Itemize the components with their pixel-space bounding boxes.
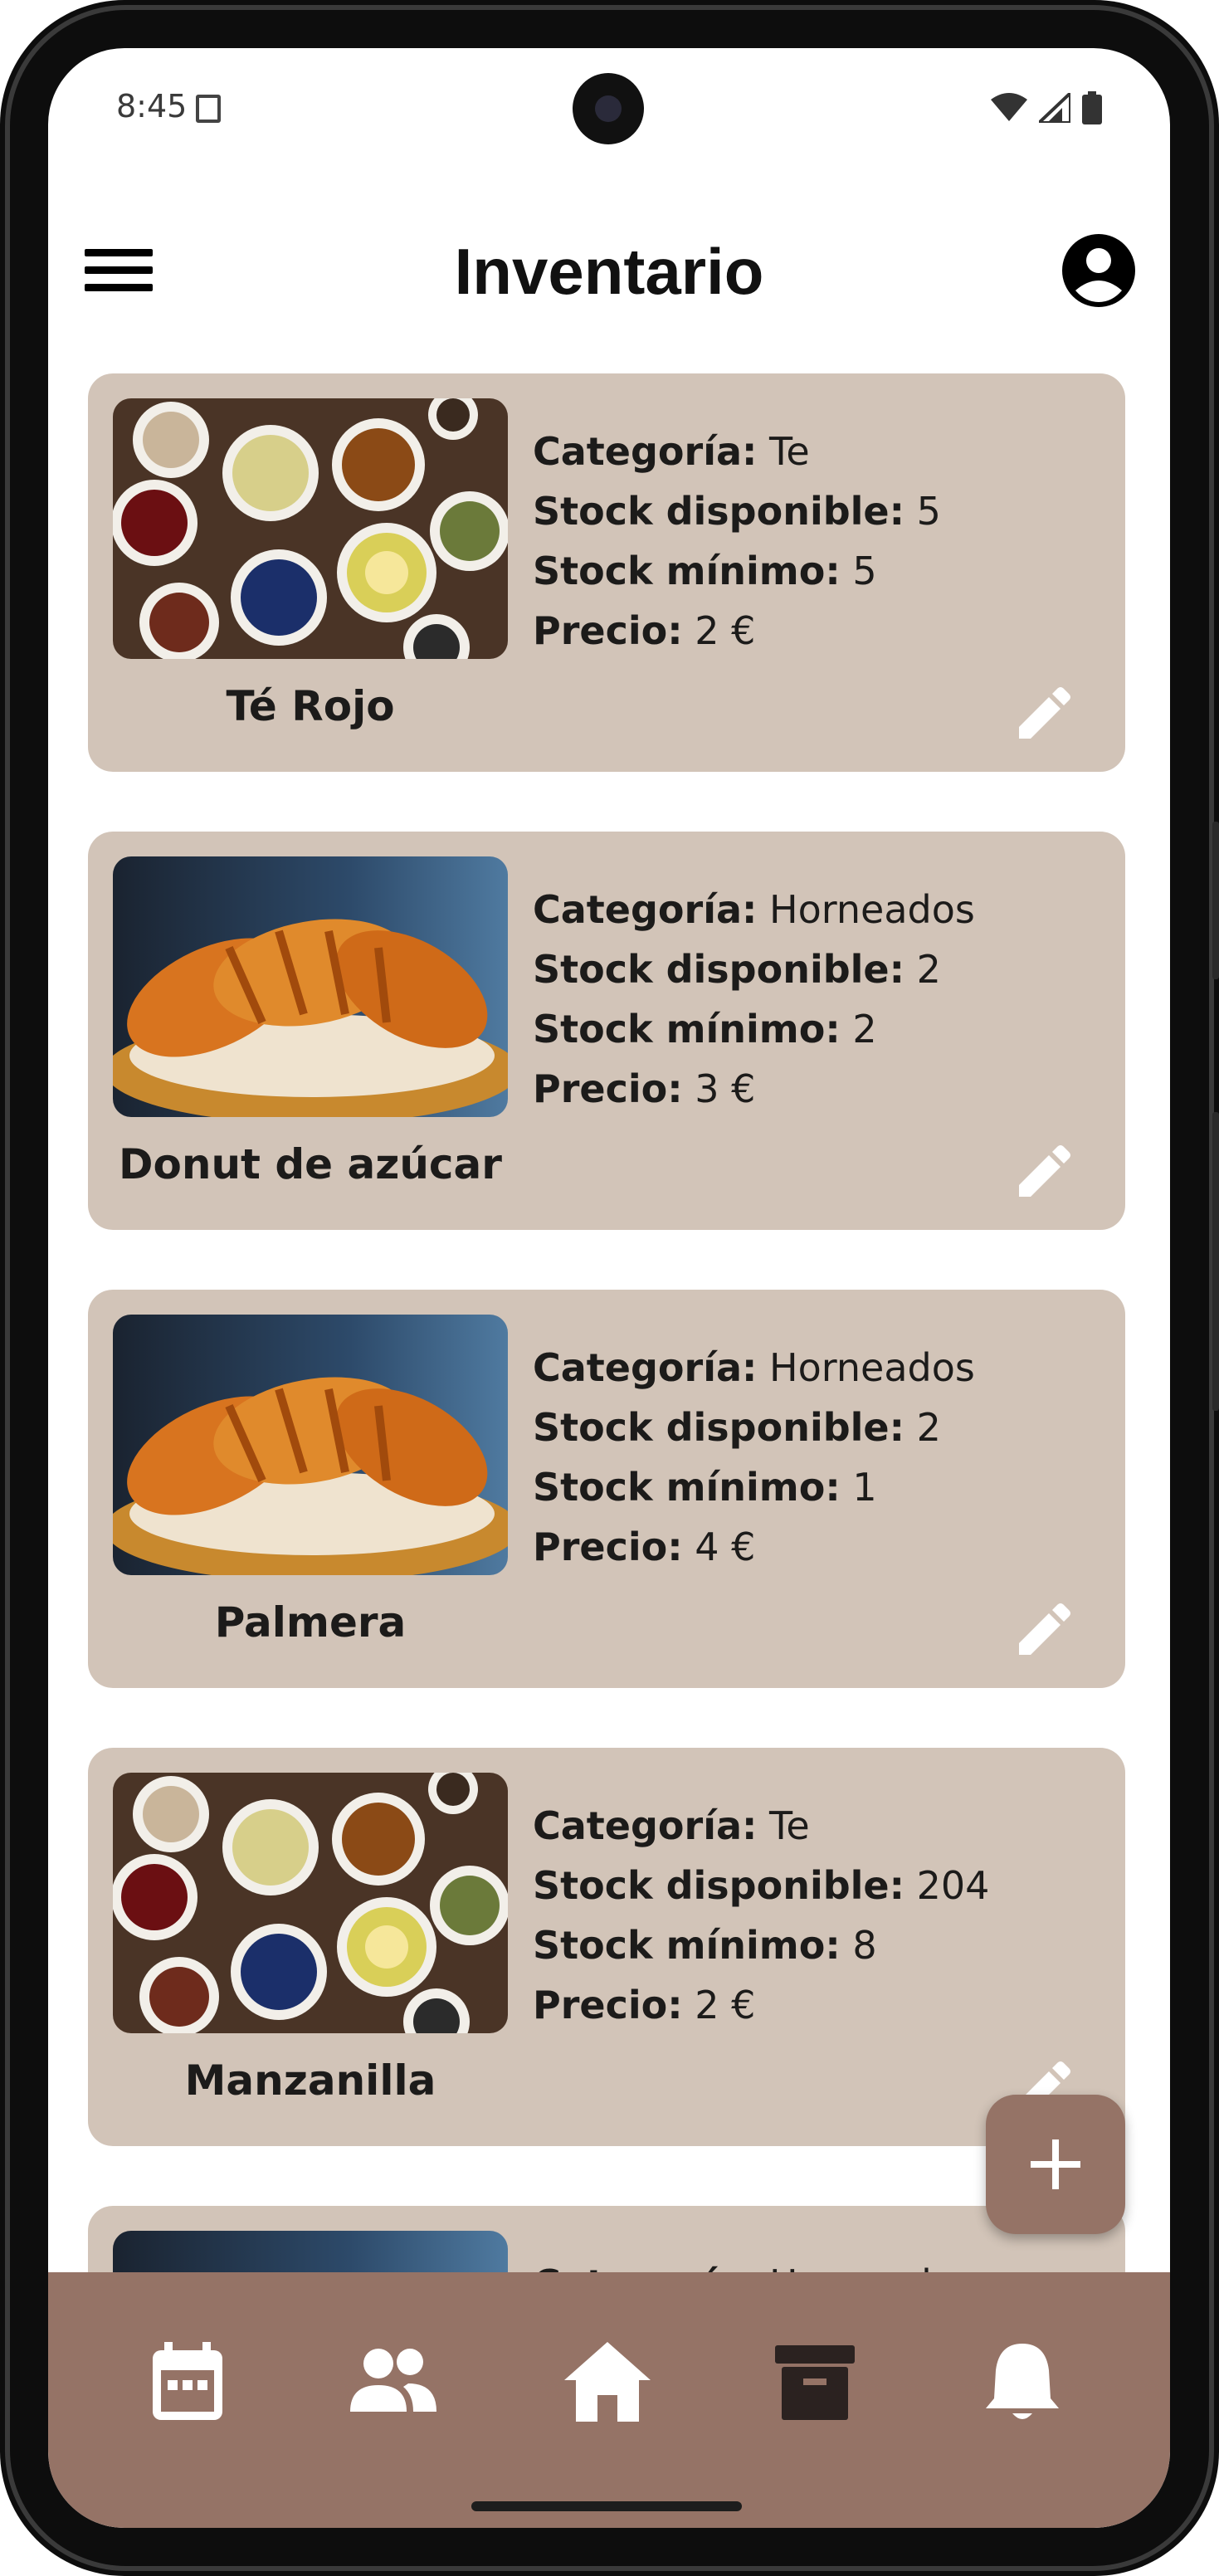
side-button: [1212, 1112, 1219, 1411]
category-value: Te: [769, 1803, 810, 1848]
croissant-photo: [113, 856, 508, 1117]
wifi-icon: [991, 93, 1027, 121]
stock-min-value: 1: [852, 1465, 877, 1510]
price-value: 3 €: [695, 1066, 756, 1111]
category-row: Categoría: Horneados: [533, 1338, 975, 1398]
price-label: Precio:: [533, 1066, 683, 1111]
product-card[interactable]: Categoría: Horneados Stock disponible: 2…: [88, 832, 1125, 1230]
price-row: Precio: 2 €: [533, 1975, 989, 2035]
product-name: Donut de azúcar: [119, 1140, 502, 1188]
product-card[interactable]: Categoría: Te Stock disponible: 204 Stoc…: [88, 1748, 1125, 2146]
status-bar: 8:45: [48, 48, 1170, 144]
stock-min-row: Stock mínimo: 8: [533, 1915, 989, 1975]
stock-available-value: 2: [916, 1405, 941, 1450]
price-value: 4 €: [695, 1525, 756, 1569]
product-name: Té Rojo: [226, 682, 395, 730]
stock-available-value: 2: [916, 947, 941, 992]
category-row: Categoría: Horneados: [533, 880, 975, 939]
product-image: [113, 856, 508, 1117]
plus-icon: [1031, 2139, 1080, 2189]
category-row: Categoría: Te: [533, 422, 941, 481]
archive-icon[interactable]: [765, 2332, 865, 2432]
product-name: Manzanilla: [184, 2056, 436, 2105]
home-icon[interactable]: [558, 2332, 657, 2432]
tea-photo: [113, 1773, 508, 2033]
category-value: Te: [769, 429, 810, 474]
category-value: Horneados: [769, 1345, 975, 1390]
stock-min-label: Stock mínimo:: [533, 549, 841, 593]
calendar-icon[interactable]: [138, 2332, 237, 2432]
stock-available-row: Stock disponible: 5: [533, 481, 941, 541]
price-value: 2 €: [695, 1983, 756, 2027]
category-value: Horneados: [769, 887, 975, 932]
stock-min-row: Stock mínimo: 2: [533, 999, 975, 1059]
product-card[interactable]: Categoría: Te Stock disponible: 5 Stock …: [88, 373, 1125, 772]
price-row: Precio: 3 €: [533, 1059, 975, 1119]
stock-available-row: Stock disponible: 204: [533, 1856, 989, 1915]
product-info: Categoría: Horneados Stock disponible: 2…: [533, 1338, 975, 1577]
account-icon[interactable]: [1059, 231, 1139, 310]
page-title: Inventario: [454, 235, 764, 308]
screen: 8:45 Inventario Categoría: Te Stock disp…: [48, 48, 1170, 2528]
stock-min-row: Stock mínimo: 5: [533, 541, 941, 601]
stock-available-label: Stock disponible:: [533, 947, 905, 992]
app-bar: Inventario: [48, 214, 1170, 322]
price-label: Precio:: [533, 1983, 683, 2027]
stock-available-row: Stock disponible: 2: [533, 1398, 975, 1457]
price-row: Precio: 2 €: [533, 601, 941, 661]
stock-min-value: 2: [852, 1007, 877, 1051]
edit-icon[interactable]: [1014, 1602, 1072, 1660]
product-info: Categoría: Horneados Stock disponible: 2…: [533, 880, 975, 1119]
stock-available-label: Stock disponible:: [533, 489, 905, 534]
add-product-button[interactable]: [986, 2095, 1125, 2234]
sim-icon: [196, 95, 221, 123]
stock-available-value: 204: [916, 1863, 990, 1908]
croissant-photo: [113, 1315, 508, 1575]
product-image: [113, 1773, 508, 2033]
stock-min-label: Stock mínimo:: [533, 1007, 841, 1051]
edit-icon[interactable]: [1014, 685, 1072, 744]
signal-icon: [1039, 93, 1070, 123]
people-icon[interactable]: [342, 2332, 441, 2432]
price-value: 2 €: [695, 608, 756, 653]
front-camera: [573, 73, 644, 144]
stock-min-label: Stock mínimo:: [533, 1923, 841, 1968]
stock-min-value: 8: [852, 1923, 877, 1968]
status-time: 8:45: [116, 88, 188, 124]
stock-available-value: 5: [916, 489, 941, 534]
price-label: Precio:: [533, 608, 683, 653]
product-info: Categoría: Te Stock disponible: 5 Stock …: [533, 422, 941, 661]
side-button: [1212, 822, 1219, 979]
category-label: Categoría:: [533, 1803, 758, 1848]
product-image: [113, 398, 508, 659]
price-label: Precio:: [533, 1525, 683, 1569]
battery-icon: [1082, 91, 1102, 124]
phone-frame: 8:45 Inventario Categoría: Te Stock disp…: [0, 0, 1219, 2576]
stock-available-label: Stock disponible:: [533, 1405, 905, 1450]
category-label: Categoría:: [533, 429, 758, 474]
edit-icon[interactable]: [1014, 1144, 1072, 1202]
product-name: Palmera: [214, 1598, 407, 1647]
category-label: Categoría:: [533, 1345, 758, 1390]
price-row: Precio: 4 €: [533, 1517, 975, 1577]
bottom-nav: [48, 2272, 1170, 2528]
tea-photo: [113, 398, 508, 659]
product-card[interactable]: Categoría: Horneados Stock disponible: 2…: [88, 1290, 1125, 1688]
product-info: Categoría: Te Stock disponible: 204 Stoc…: [533, 1796, 989, 2035]
stock-min-label: Stock mínimo:: [533, 1465, 841, 1510]
gesture-bar: [471, 2501, 742, 2511]
product-image: [113, 1315, 508, 1575]
bell-icon[interactable]: [973, 2332, 1072, 2432]
category-label: Categoría:: [533, 887, 758, 932]
stock-available-row: Stock disponible: 2: [533, 939, 975, 999]
stock-available-label: Stock disponible:: [533, 1863, 905, 1908]
category-row: Categoría: Te: [533, 1796, 989, 1856]
status-icons: [991, 91, 1102, 124]
stock-min-value: 5: [852, 549, 877, 593]
stock-min-row: Stock mínimo: 1: [533, 1457, 975, 1517]
